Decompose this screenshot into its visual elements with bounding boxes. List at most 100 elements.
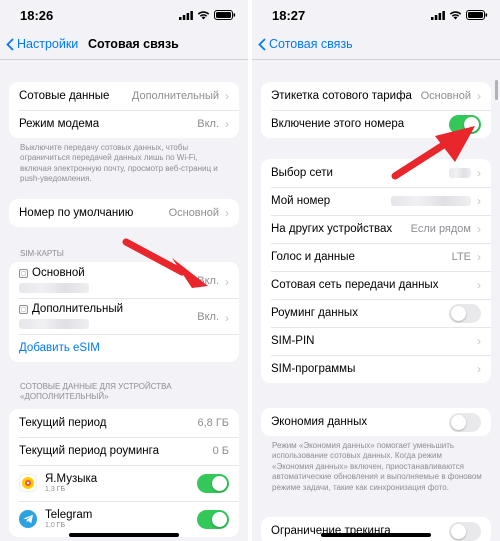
blurred-number: [19, 283, 89, 293]
row-label: Сотовая сеть передачи данных: [271, 279, 439, 291]
chevron-right-icon: ›: [225, 117, 229, 131]
scrollbar[interactable]: [495, 80, 498, 100]
row-value: Если рядом: [410, 223, 471, 235]
nav-bar: Настройки Сотовая связь: [0, 34, 248, 56]
line-group: Этикетка сотового тарифа Основной › Вклю…: [261, 82, 491, 138]
chevron-right-icon: ›: [477, 89, 481, 103]
home-indicator: [69, 533, 179, 537]
usage-group: Текущий период 6,8 ГБ Текущий период роу…: [9, 409, 239, 537]
row-label: Роуминг данных: [271, 307, 358, 319]
chevron-right-icon: ›: [477, 278, 481, 292]
status-icons: [431, 10, 488, 20]
row-label: Текущий период: [19, 417, 107, 429]
chevron-right-icon: ›: [477, 334, 481, 348]
nav-divider: [0, 59, 248, 60]
chevron-right-icon: ›: [225, 206, 229, 220]
data-roaming-row: Роуминг данных: [261, 299, 491, 327]
wifi-icon: [197, 11, 210, 20]
cellular-caption: Выключите передачу сотовых данных, чтобы…: [20, 143, 218, 184]
sim-section-header: SIM-КАРТЫ: [20, 249, 64, 258]
app-size: 1,0 ГБ: [45, 521, 66, 529]
row-label: Сотовые данные: [19, 90, 110, 102]
row-label: Включение этого номера: [271, 118, 405, 130]
nav-bar: Сотовая связь: [252, 34, 500, 56]
chevron-right-icon: ›: [225, 275, 229, 289]
sim-secondary-row[interactable]: ▢ Дополнительный Вкл. ›: [9, 298, 239, 334]
blurred-number: [19, 319, 89, 329]
back-button[interactable]: Сотовая связь: [258, 37, 353, 51]
row-label: Выбор сети: [271, 167, 333, 179]
back-label: Настройки: [17, 37, 79, 51]
tariff-label-row[interactable]: Этикетка сотового тарифа Основной ›: [261, 82, 491, 110]
blurred-number: [391, 196, 471, 206]
other-devices-row[interactable]: На других устройствах Если рядом ›: [261, 215, 491, 243]
network-select-row[interactable]: Выбор сети ›: [261, 159, 491, 187]
back-button[interactable]: Настройки: [6, 37, 78, 51]
row-value: 0 Б: [212, 445, 229, 457]
battery-icon: [214, 10, 236, 20]
yandex-music-icon: [19, 473, 37, 492]
status-time: 18:27: [272, 8, 306, 23]
tracking-group: Ограничение трекинга: [261, 517, 491, 541]
chevron-left-icon: [258, 37, 266, 51]
chevron-right-icon: ›: [477, 362, 481, 376]
add-esim-link[interactable]: Добавить eSIM: [19, 342, 229, 354]
chevron-right-icon: ›: [225, 89, 229, 103]
chevron-right-icon: ›: [477, 250, 481, 264]
sim-card-icon: ▢: [19, 268, 28, 278]
cellular-data-network-row[interactable]: Сотовая сеть передачи данных ›: [261, 271, 491, 299]
sim-secondary: ▢ Дополнительный: [19, 303, 197, 332]
sim-group: ▢ Основной Вкл. › ▢ Дополнительный Вкл. › …: [9, 262, 239, 362]
roaming-period-row: Текущий период роуминга 0 Б: [9, 437, 239, 465]
row-label: Мой номер: [271, 195, 331, 207]
default-number-row[interactable]: Номер по умолчанию Основной ›: [9, 199, 239, 227]
row-value: Основной: [168, 207, 219, 219]
signal-icon: [431, 10, 445, 20]
default-number-group: Номер по умолчанию Основной ›: [9, 199, 239, 227]
line-enable-row: Включение этого номера: [261, 110, 491, 138]
app-data-toggle[interactable]: [197, 473, 229, 493]
status-bar: 18:27: [252, 8, 500, 26]
data-saver-group: Экономия данных: [261, 408, 491, 436]
app-data-toggle[interactable]: [197, 509, 229, 529]
back-label: Сотовая связь: [269, 37, 353, 51]
status-time: 18:26: [20, 8, 54, 23]
battery-icon: [466, 10, 488, 20]
cellular-group: Сотовые данные Дополнительный › Режим мо…: [9, 82, 239, 138]
left-screen: 18:26 Настройки Сотовая связь Сотовые да…: [0, 0, 248, 541]
sim-primary-row[interactable]: ▢ Основной Вкл. ›: [9, 262, 239, 298]
app-row-telegram: Telegram 1,0 ГБ: [9, 501, 239, 537]
chevron-left-icon: [6, 37, 14, 51]
row-label: На других устройствах: [271, 223, 393, 235]
sim-value: Вкл.: [197, 275, 219, 287]
sim-label: Основной: [32, 267, 85, 279]
chevron-right-icon: ›: [225, 311, 229, 325]
chevron-right-icon: ›: [477, 194, 481, 208]
row-label: Текущий период роуминга: [19, 445, 159, 457]
hotspot-row[interactable]: Режим модема Вкл. ›: [9, 110, 239, 138]
current-period-row: Текущий период 6,8 ГБ: [9, 409, 239, 437]
data-roaming-toggle[interactable]: [449, 303, 481, 323]
data-saver-row: Экономия данных: [261, 408, 491, 436]
network-group: Выбор сети › Мой номер › На других устро…: [261, 159, 491, 383]
row-label: SIM-PIN: [271, 335, 315, 347]
sim-value: Вкл.: [197, 311, 219, 323]
sim-apps-row[interactable]: SIM-программы ›: [261, 355, 491, 383]
row-label: Экономия данных: [271, 416, 368, 428]
home-indicator: [321, 533, 431, 537]
sim-primary: ▢ Основной: [19, 267, 197, 296]
row-label: SIM-программы: [271, 363, 356, 375]
add-esim-row[interactable]: Добавить eSIM: [9, 334, 239, 362]
status-icons: [179, 10, 236, 20]
status-bar: 18:26: [0, 8, 248, 26]
app-size: 1,3 ГБ: [45, 485, 66, 493]
row-value: 6,8 ГБ: [197, 417, 229, 429]
voice-data-row[interactable]: Голос и данные LTE ›: [261, 243, 491, 271]
tracking-toggle[interactable]: [449, 521, 481, 541]
row-label: Этикетка сотового тарифа: [271, 90, 412, 102]
sim-pin-row[interactable]: SIM-PIN ›: [261, 327, 491, 355]
line-enable-toggle[interactable]: [449, 114, 481, 134]
cellular-data-row[interactable]: Сотовые данные Дополнительный ›: [9, 82, 239, 110]
my-number-row[interactable]: Мой номер ›: [261, 187, 491, 215]
data-saver-toggle[interactable]: [449, 412, 481, 432]
